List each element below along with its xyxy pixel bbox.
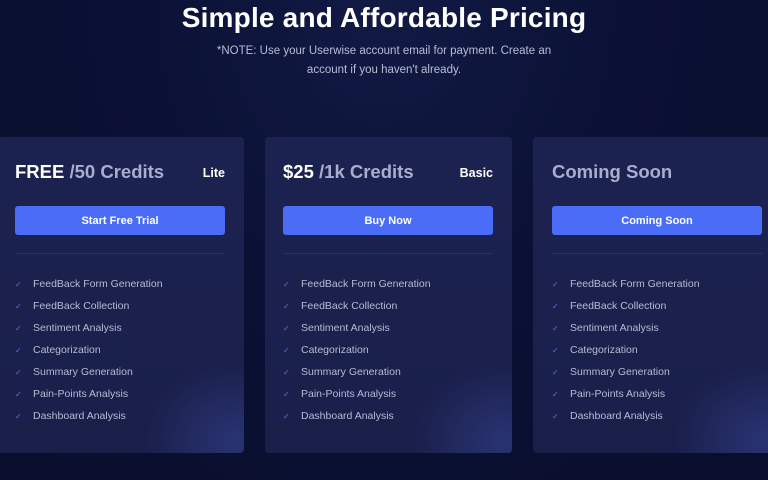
feature-label: FeedBack Collection [301,300,398,312]
feature-list: ✓ FeedBack Form Generation ✓ FeedBack Coll… [15,273,163,427]
feature-label: Sentiment Analysis [301,322,390,334]
feature-label: FeedBack Form Generation [33,278,163,290]
feature-label: Sentiment Analysis [570,322,659,334]
check-icon: ✓ [552,279,559,289]
feature-label: Summary Generation [33,366,133,378]
check-icon: ✓ [283,301,290,311]
check-icon: ✓ [15,279,22,289]
list-item: ✓ Sentiment Analysis [552,317,700,339]
check-icon: ✓ [552,345,559,355]
list-item: ✓ Summary Generation [15,361,163,383]
feature-label: Pain-Points Analysis [301,388,397,400]
check-icon: ✓ [283,411,290,421]
check-icon: ✓ [15,323,22,333]
plan-name: Basic [459,166,493,180]
check-icon: ✓ [15,411,22,421]
check-icon: ✓ [283,345,290,355]
coming-soon-button[interactable]: Coming Soon [552,206,762,235]
pricing-card-basic: $25 /1k Credits Basic Buy Now ✓ FeedBack … [265,137,512,453]
list-item: ✓ FeedBack Collection [15,295,163,317]
plan-price: Coming Soon [552,161,672,183]
check-icon: ✓ [283,367,290,377]
feature-label: FeedBack Collection [570,300,667,312]
list-item: ✓ Sentiment Analysis [15,317,163,339]
feature-label: Summary Generation [570,366,670,378]
list-item: ✓ FeedBack Form Generation [283,273,431,295]
feature-list: ✓ FeedBack Form Generation ✓ FeedBack Coll… [283,273,431,427]
list-item: ✓ FeedBack Form Generation [15,273,163,295]
plan-price: FREE /50 Credits [15,161,164,183]
plan-price: $25 /1k Credits [283,161,414,183]
check-icon: ✓ [15,345,22,355]
list-item: ✓ Summary Generation [552,361,700,383]
price-amount: Coming Soon [552,161,673,182]
start-free-trial-button[interactable]: Start Free Trial [15,206,225,235]
feature-label: FeedBack Form Generation [301,278,431,290]
card-divider [283,253,493,254]
feature-label: Categorization [570,344,638,356]
list-item: ✓ Pain-Points Analysis [552,383,700,405]
list-item: ✓ Categorization [552,339,700,361]
feature-label: FeedBack Form Generation [570,278,700,290]
feature-label: Pain-Points Analysis [33,388,129,400]
pricing-card-lite: FREE /50 Credits Lite Start Free Trial ✓… [0,137,244,453]
feature-label: Categorization [33,344,101,356]
card-divider [552,253,762,254]
feature-label: Pain-Points Analysis [570,388,666,400]
feature-label: Categorization [301,344,369,356]
list-item: ✓ Dashboard Analysis [283,405,431,427]
pricing-card-coming-soon: Coming Soon Coming Soon ✓ FeedBack Form G… [533,137,768,453]
feature-list: ✓ FeedBack Form Generation ✓ FeedBack Coll… [552,273,700,427]
feature-label: Dashboard Analysis [570,410,663,422]
list-item: ✓ Pain-Points Analysis [15,383,163,405]
payment-note: *NOTE: Use your Userwise account email f… [216,45,552,76]
price-credits: /50 Credits [69,161,165,182]
feature-label: Sentiment Analysis [33,322,122,334]
check-icon: ✓ [552,301,559,311]
list-item: ✓ FeedBack Collection [552,295,700,317]
list-item: ✓ Categorization [15,339,163,361]
card-divider [15,253,225,254]
check-icon: ✓ [15,367,22,377]
plan-name: Lite [202,166,225,180]
check-icon: ✓ [552,323,559,333]
feature-label: FeedBack Collection [33,300,130,312]
price-credits: /1k Credits [319,161,414,182]
list-item: ✓ FeedBack Form Generation [552,273,700,295]
buy-now-button[interactable]: Buy Now [283,206,493,235]
list-item: ✓ Dashboard Analysis [15,405,163,427]
check-icon: ✓ [15,389,22,399]
list-item: ✓ Dashboard Analysis [552,405,700,427]
check-icon: ✓ [552,367,559,377]
list-item: ✓ Pain-Points Analysis [283,383,431,405]
check-icon: ✓ [552,411,559,421]
check-icon: ✓ [283,323,290,333]
check-icon: ✓ [552,389,559,399]
list-item: ✓ Categorization [283,339,431,361]
feature-label: Summary Generation [301,366,401,378]
feature-label: Dashboard Analysis [33,410,126,422]
price-amount: $25 [283,161,314,182]
list-item: ✓ FeedBack Collection [283,295,431,317]
list-item: ✓ Sentiment Analysis [283,317,431,339]
check-icon: ✓ [15,301,22,311]
price-amount: FREE [15,161,65,182]
page-title: Simple and Affordable Pricing [181,2,587,33]
check-icon: ✓ [283,279,290,289]
feature-label: Dashboard Analysis [301,410,394,422]
list-item: ✓ Summary Generation [283,361,431,383]
check-icon: ✓ [283,389,290,399]
